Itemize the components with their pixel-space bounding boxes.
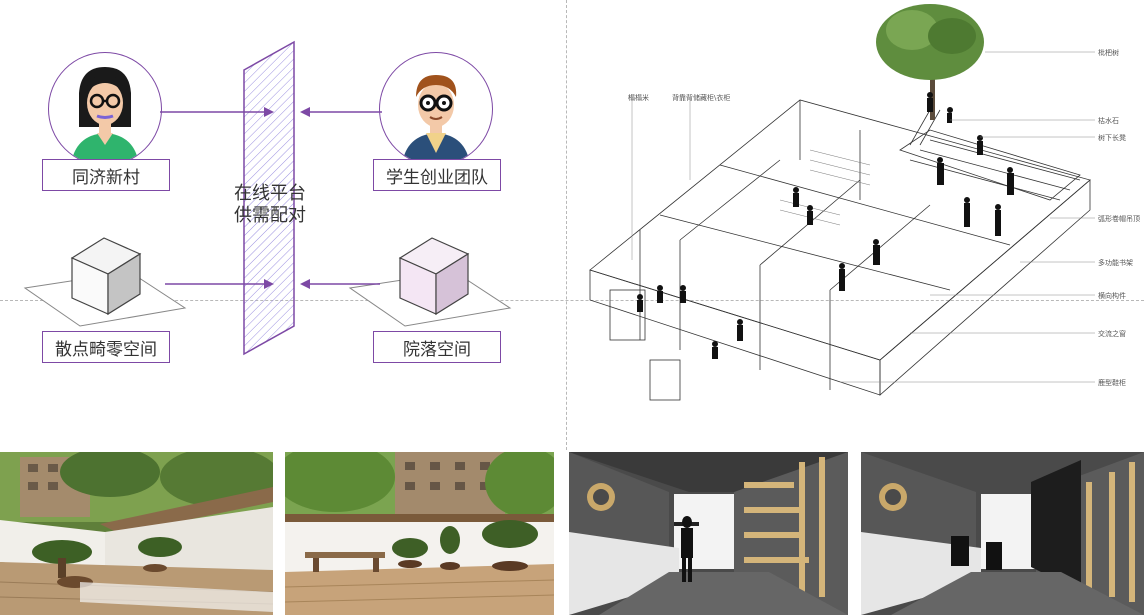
callout-arched-ceiling: 弧形卷帽吊顶 — [1098, 215, 1140, 223]
student-team-label: 学生创业团队 — [373, 159, 501, 191]
courtyard-photo-1 — [0, 452, 273, 615]
interior-render-1 — [569, 452, 848, 615]
courtyard-photo-2 — [285, 452, 554, 615]
callout-bookshelf: 多功能书架 — [1098, 259, 1133, 267]
callout-tree-bench: 树下长凳 — [1098, 134, 1126, 142]
arrow-left-bottom — [300, 279, 380, 289]
callout-loquat-tree: 枇杷树 — [1098, 49, 1119, 57]
arrow-right-bottom — [165, 279, 274, 289]
scattered-space-label: 散点畸零空间 — [42, 331, 170, 363]
callout-tatami: 榻榻米 — [628, 94, 649, 102]
student-team-avatar-icon — [379, 52, 493, 166]
arrow-left-top — [300, 107, 382, 117]
axonometric-drawing — [589, 4, 1095, 401]
callout-shoe-cabinet: 鹿型鞋柜 — [1098, 379, 1126, 387]
callout-exchange-window: 交流之窗 — [1098, 330, 1126, 338]
callout-dry-stone: 枯水石 — [1098, 117, 1119, 125]
platform-line-1: 在线平台 — [234, 183, 306, 204]
courtyard-space-label: 院落空间 — [373, 331, 501, 363]
tongji-village-label: 同济新村 — [42, 159, 170, 191]
platform-label: 在线平台 供需配对 — [220, 183, 320, 227]
platform-line-2: 供需配对 — [234, 205, 306, 226]
callout-horizontal-member: 横向构件 — [1098, 292, 1126, 300]
arrow-right-top — [160, 107, 274, 117]
vertical-dashed-divider — [566, 0, 567, 450]
resident-avatar-icon — [48, 52, 162, 166]
callout-storage-cabinet: 背靠背储藏柜\衣柜 — [672, 94, 731, 102]
interior-render-2 — [861, 452, 1144, 615]
